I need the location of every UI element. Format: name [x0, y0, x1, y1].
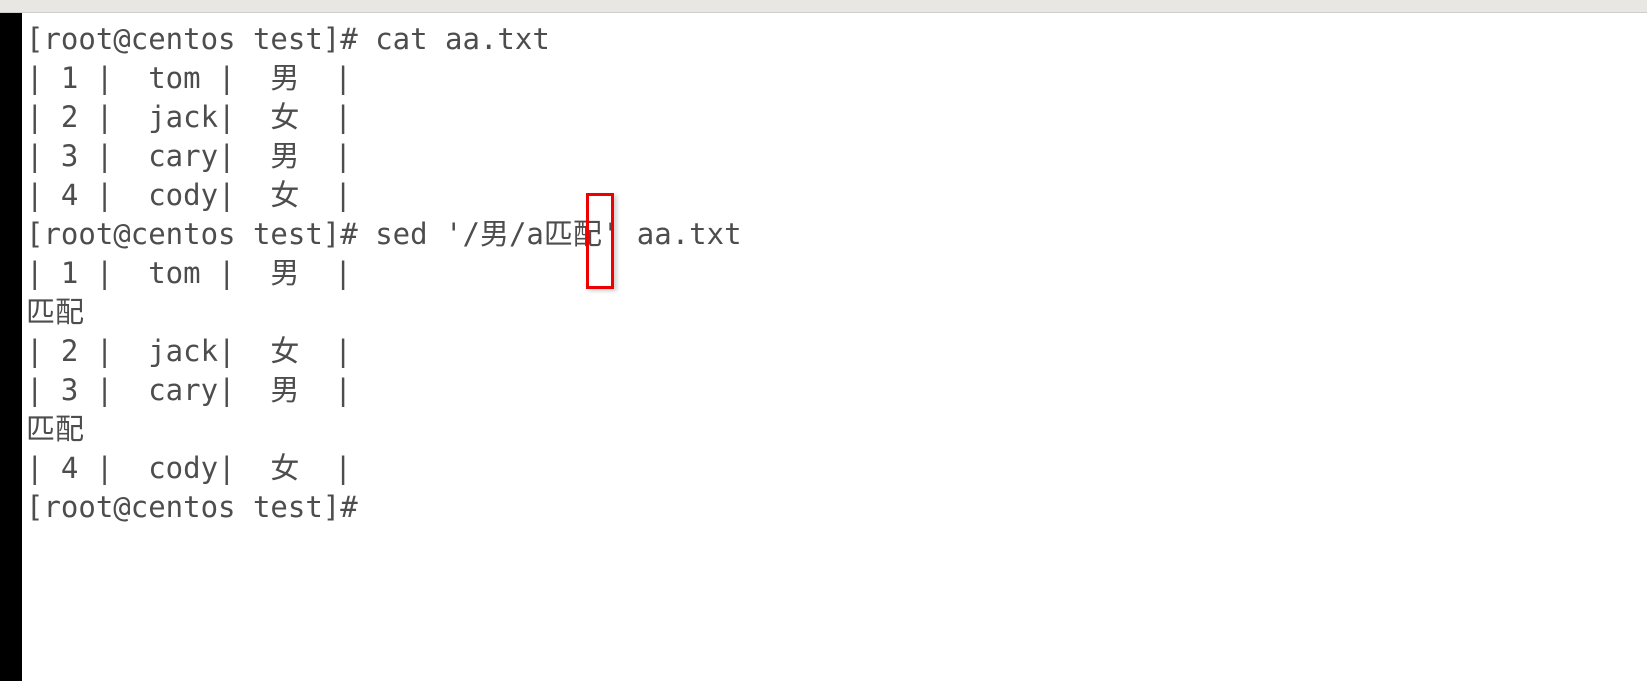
terminal-line-out-2: | 2 | jack| 女 | [26, 100, 352, 134]
terminal-output-area[interactable]: [root@centos test]# cat aa.txt | 1 | tom … [22, 14, 1647, 681]
terminal-line-cmd-final: [root@centos test]# [26, 490, 358, 524]
terminal-line-res-4: | 4 | cody| 女 | [26, 451, 352, 485]
terminal-line-out-4: | 4 | cody| 女 | [26, 178, 352, 212]
terminal-line-cmd-sed: [root@centos test]# sed '/男/a匹配' aa.txt [26, 217, 742, 251]
terminal-line-out-1: | 1 | tom | 男 | [26, 61, 352, 95]
terminal-line-res-append-1: 匹配 [26, 295, 85, 329]
terminal-line-res-3: | 3 | cary| 男 | [26, 373, 352, 407]
terminal-line-res-append-2: 匹配 [26, 412, 85, 446]
clipped-toolbar-text: ' ' ' ' ' ' ' [0, 0, 1647, 4]
red-annotation-box [586, 193, 614, 289]
window-top-strip: ' ' ' ' ' ' ' [0, 0, 1647, 13]
terminal-line-cmd-cat: [root@centos test]# cat aa.txt [26, 22, 550, 56]
terminal-line-res-2: | 2 | jack| 女 | [26, 334, 352, 368]
terminal-screenshot: ' ' ' ' ' ' ' [root@centos test]# cat aa… [0, 0, 1647, 681]
terminal-line-res-1: | 1 | tom | 男 | [26, 256, 352, 290]
left-black-margin-bar [0, 0, 22, 681]
terminal-line-out-3: | 3 | cary| 男 | [26, 139, 352, 173]
